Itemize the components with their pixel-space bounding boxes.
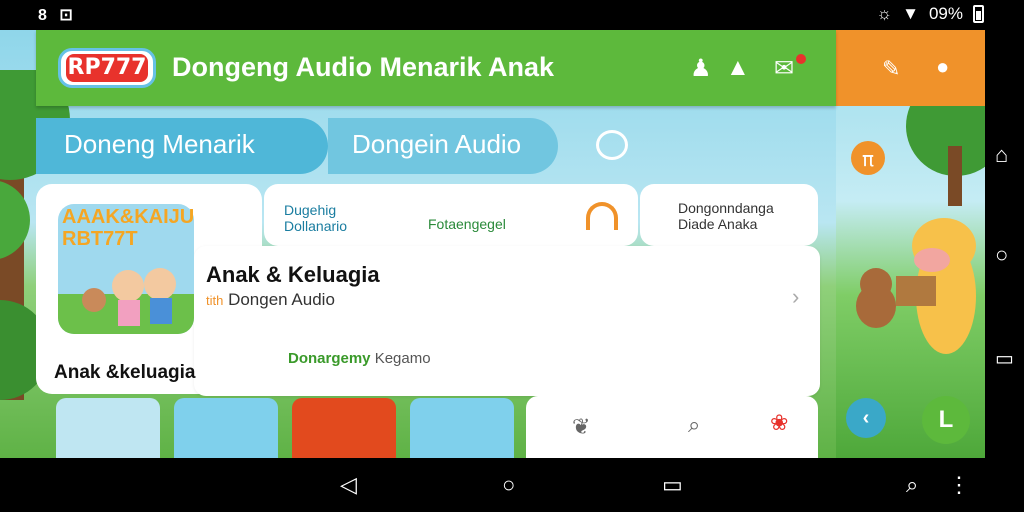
more-menu-icon[interactable]: ⋮ [948,472,970,498]
section-title: Anak &keluagia [54,362,196,383]
notification-badge [796,54,806,64]
tab-bar: Doneng Menarik Dongein Audio [36,118,836,174]
tulip-icon: ❀ [770,410,789,435]
status-right-icons: ☼ ▼ 09% [877,4,984,24]
home-icon[interactable]: ⌂ [995,142,1015,167]
status-left-icons: 8 ⊡ [38,7,77,24]
chip-line1: Dongonndanga [678,200,774,216]
chip-dongonndanga[interactable]: Dongonndanga Diade Anaka [678,200,774,232]
chip-label: Fotaengegel [428,216,506,232]
circle-icon[interactable]: ○ [995,242,1015,267]
battery-icon [973,5,984,23]
story-subtitle-text: Dongen Audio [228,290,335,309]
app-title: Dongeng Audio Menarik Anak [172,52,555,82]
side-panel-header [836,30,985,106]
story-subtitle: tith Dongen Audio [206,290,335,310]
wifi-icon: ▼ [902,4,919,23]
story-tile-bear[interactable] [410,398,514,458]
user-icon[interactable]: ● [936,54,949,80]
play-fab[interactable]: L [922,396,970,444]
thumbnail-title-art: AAAK&KAIJU RBT77T [62,206,195,250]
home-button-icon[interactable]: ○ [502,472,515,498]
edit-icon[interactable]: ✎ [882,56,900,82]
tools-panel: ❦ ⌕ ❀ [526,396,818,458]
search-icon[interactable]: ⌕ [688,412,700,438]
story-tag: Donargemy Kegamo [288,350,431,367]
chip-line2: Dollanario [284,218,348,234]
back-icon[interactable]: ◁ [340,472,357,498]
tab-dongein-audio[interactable]: Dongein Audio [328,118,558,174]
story-tile-bird[interactable] [292,398,396,458]
logo-text: RP777 [66,54,148,82]
tab-label: Dongein Audio [352,129,522,159]
status-bar: 8 ⊡ ☼ ▼ 09% [0,0,1024,30]
audio-arch-icon[interactable] [586,202,618,230]
app-header: RP777 Dongeng Audio Menarik Anak ♟ ▲ ✉ [36,30,836,106]
chip-line1: Dugehig [284,202,337,218]
system-nav-bottom: ◁ ○ ▭ ⌕ ⋮ [0,458,1024,512]
chat-icon[interactable] [596,130,628,160]
recents-icon[interactable]: ▭ [662,472,683,498]
story-tile-house[interactable] [56,398,160,458]
search-nav-icon[interactable]: ⌕ [906,472,918,498]
message-icon[interactable]: ▭ [995,346,1015,370]
chip-dugehig[interactable]: Dugehig Dollanario [284,202,347,234]
app-window: RP777 Dongeng Audio Menarik Anak ♟ ▲ ✉ D… [36,30,836,458]
story-subtitle-prefix: tith [206,293,224,308]
leaf-icon[interactable]: ❦ [572,414,590,440]
side-preview-panel: ✎ ● π ‹ L [836,30,985,458]
svg-text:π: π [862,147,874,171]
family-icon[interactable]: ▲ [726,54,750,82]
battery-percent: 09% [928,4,963,23]
tab-doneng-menarik[interactable]: Doneng Menarik [36,118,328,174]
tag-rest: Kegamo [374,350,431,367]
system-nav-right: ⌂ ○ ▭ [985,30,1024,458]
profile-icon[interactable]: ♟ [690,54,712,83]
chevron-right-icon[interactable]: › [792,284,799,310]
tag-bold: Donargemy [288,350,371,367]
story-tile-flower[interactable] [174,398,278,458]
share-fab[interactable]: ‹ [846,398,886,438]
story-title: Anak & Keluagia [206,262,380,287]
notification-icon[interactable]: ✉ [774,54,794,83]
tab-label: Doneng Menarik [64,129,255,159]
chip-line2: Diade Anaka [678,216,758,232]
app-logo[interactable]: RP777 [58,48,156,88]
sync-icon: ☼ [876,4,893,23]
chip-fotaengegel[interactable]: Fotaengegel [428,216,506,232]
